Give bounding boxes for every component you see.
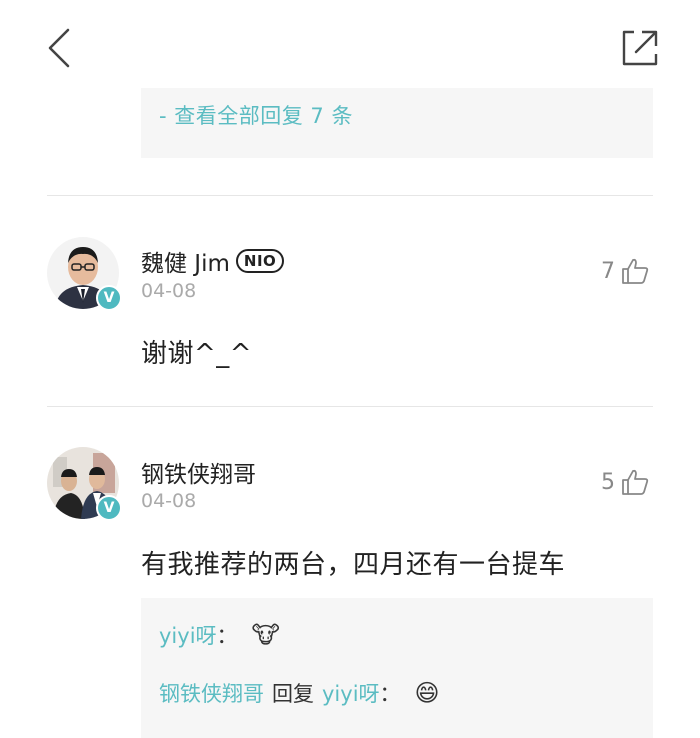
reply-target[interactable]: yiyi呀 bbox=[322, 678, 380, 708]
thumbs-up-icon bbox=[622, 258, 649, 284]
like-button[interactable]: 5 bbox=[601, 469, 649, 495]
like-count: 5 bbox=[601, 469, 615, 495]
reply-username[interactable]: 钢铁侠翔哥 bbox=[159, 678, 264, 708]
status-bar bbox=[0, 0, 700, 8]
verified-badge-icon: V bbox=[96, 285, 122, 311]
reply-username[interactable]: yiyi呀 bbox=[159, 620, 217, 650]
nio-badge: NIO bbox=[235, 249, 285, 273]
back-button[interactable] bbox=[40, 26, 80, 70]
share-icon bbox=[622, 30, 658, 66]
comment-date: 04-08 bbox=[141, 280, 197, 302]
comment-date: 04-08 bbox=[141, 490, 197, 512]
grin-emoji-icon: 😄 bbox=[414, 679, 440, 707]
reply-thread-box: yiyi呀 ： 🐮 钢铁侠翔哥 回复 yiyi呀 ： 😄 bbox=[141, 598, 653, 738]
username[interactable]: 魏健 Jim bbox=[141, 244, 230, 278]
view-all-replies-link[interactable]: - 查看全部回复 7 条 bbox=[159, 100, 353, 130]
reply-action: 回复 bbox=[272, 682, 314, 706]
divider bbox=[47, 406, 653, 407]
reply-item[interactable]: yiyi呀 ： 🐮 bbox=[159, 620, 280, 650]
verified-badge-icon: V bbox=[96, 495, 122, 521]
reply-separator: ： bbox=[216, 624, 238, 648]
chevron-left-icon bbox=[48, 28, 70, 68]
like-button[interactable]: 7 bbox=[601, 258, 649, 284]
share-button[interactable] bbox=[618, 26, 662, 70]
comment-text: 有我推荐的两台，四月还有一台提车 bbox=[141, 550, 566, 580]
username[interactable]: 钢铁侠翔哥 bbox=[141, 455, 256, 489]
cow-emoji-icon: 🐮 bbox=[251, 621, 280, 649]
divider bbox=[47, 195, 653, 196]
reply-thread-box: - 查看全部回复 7 条 bbox=[141, 88, 653, 158]
comment-text: 谢谢^_^ bbox=[141, 339, 253, 369]
reply-item[interactable]: 钢铁侠翔哥 回复 yiyi呀 ： 😄 bbox=[159, 678, 440, 708]
like-count: 7 bbox=[601, 258, 615, 284]
comment-header: 魏健 Jim NIO bbox=[141, 244, 285, 278]
thumbs-up-icon bbox=[622, 469, 649, 495]
reply-separator: ： bbox=[379, 682, 401, 706]
